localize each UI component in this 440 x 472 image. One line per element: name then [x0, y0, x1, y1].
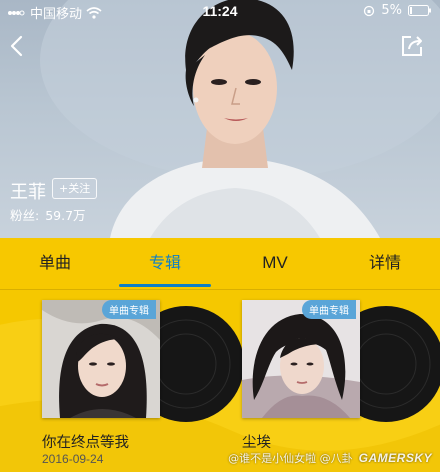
share-icon: [402, 36, 422, 56]
artist-hero: 中国移动 11:24 5% 王菲 +关注 粉丝: 59.7万: [0, 0, 440, 238]
tab-albums[interactable]: 专辑: [110, 238, 220, 289]
fans-value: 59.7万: [45, 208, 86, 223]
battery-icon: [408, 5, 431, 16]
watermark-logo: GAMERSKY: [358, 451, 432, 465]
album-badge: 单曲专辑: [102, 300, 156, 319]
artist-name: 王菲: [10, 182, 46, 203]
fans-label: 粉丝:: [10, 208, 40, 223]
back-button[interactable]: [6, 32, 28, 60]
tab-details[interactable]: 详情: [330, 238, 440, 289]
watermark: @谁不是小仙女啦 @八卦 GAMERSKY: [228, 450, 432, 466]
tab-singles[interactable]: 单曲: [0, 238, 110, 289]
album-badge: 单曲专辑: [302, 300, 356, 319]
follow-label: 关注: [68, 182, 91, 195]
album-title: 尘埃: [242, 435, 271, 451]
album-card[interactable]: 单曲专辑 你在终点等我 2016-09-24: [42, 300, 244, 472]
watermark-text: @谁不是小仙女啦 @八卦: [228, 452, 353, 465]
tab-bar: 单曲 专辑 MV 详情: [0, 238, 440, 290]
chevron-left-icon: [10, 35, 23, 57]
artist-photo: [40, 0, 440, 238]
follow-button[interactable]: +关注: [52, 178, 98, 199]
plus-icon: +: [59, 182, 69, 195]
tab-mv[interactable]: MV: [220, 238, 330, 289]
battery-percent: 5%: [381, 3, 402, 18]
status-right: 5%: [363, 3, 432, 18]
status-bar: 中国移动 11:24 5%: [0, 0, 440, 22]
rotation-lock-icon: [364, 5, 375, 16]
fan-count: 粉丝: 59.7万: [10, 205, 88, 224]
share-button[interactable]: [400, 34, 426, 58]
album-card[interactable]: 单曲专辑 尘埃: [242, 300, 440, 472]
album-date: 2016-09-24: [42, 452, 104, 466]
album-list: 单曲专辑 你在终点等我 2016-09-24 单曲专辑 尘埃 @谁不是小仙女啦 …: [0, 290, 440, 472]
album-title: 你在终点等我: [42, 435, 129, 451]
